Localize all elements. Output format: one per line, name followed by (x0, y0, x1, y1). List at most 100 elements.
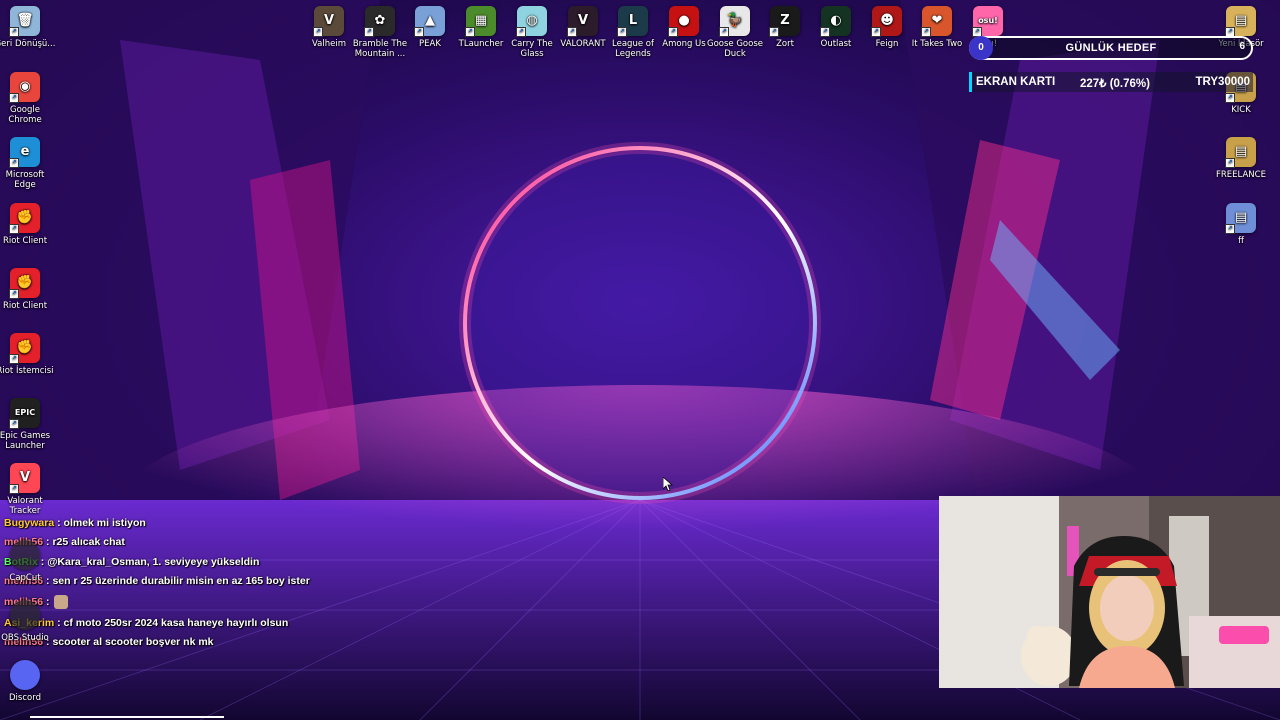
shortcut-arrow-icon: ↗ (9, 93, 19, 103)
riot-client-icon: ✊ ↗ (9, 333, 40, 364)
desktop-shortcut-discord[interactable]: Discord (0, 660, 56, 703)
desktop-shortcut-chrome[interactable]: ◉ ↗ Google Chrome (0, 72, 56, 125)
discord-icon (10, 660, 40, 690)
shortcut-arrow-icon: ↗ (465, 27, 475, 37)
shortcut-arrow-icon: ↗ (9, 354, 19, 364)
desktop-shortcut-label: ff (1238, 236, 1244, 246)
riot-client-icon: ✊ ↗ (9, 203, 40, 234)
among-us-icon: ● ↗ (668, 6, 699, 37)
shortcut-arrow-icon: ↗ (414, 27, 424, 37)
shortcut-arrow-icon: ↗ (820, 27, 830, 37)
shortcut-arrow-icon: ↗ (1225, 224, 1235, 234)
goal-label: GÜNLÜK HEDEF (1065, 42, 1157, 54)
bramble-icon: ✿ ↗ (364, 6, 395, 37)
shortcut-arrow-icon: ↗ (364, 27, 374, 37)
goal-progress: 227₺ (0.76%) (1080, 78, 1150, 90)
chat-text: olmek mi istiyon (63, 517, 146, 529)
chat-text: sen r 25 üzerinde durabilir misin en az … (52, 575, 310, 587)
obs-studio-icon (10, 600, 40, 630)
epic-games-icon: EPIC ↗ (9, 398, 40, 429)
desktop-shortcut-riot-client[interactable]: ✊ ↗ Riot Client (0, 203, 56, 246)
goal-target: TRY30000 (1195, 76, 1250, 88)
desktop-shortcut-label: Geri Dönüşü... (0, 39, 56, 49)
desktop-shortcut-label: CapCut (9, 573, 41, 583)
desktop-shortcut-label: Epic Games Launcher (0, 431, 51, 451)
desktop-shortcut-label: Riot Client (2, 301, 48, 311)
chat-text: @Kara_kral_Osman, 1. seviyeye yükseldin (47, 556, 260, 568)
peak-icon: ▲ ↗ (414, 6, 445, 37)
goose-goose-duck-icon: 🦆 ↗ (719, 6, 750, 37)
chat-emote-icon (54, 595, 69, 609)
desktop-shortcut-ff-file[interactable]: ▤ ↗ ff (1210, 203, 1272, 246)
shortcut-arrow-icon: ↗ (668, 27, 678, 37)
tlauncher-icon: ▦ ↗ (465, 6, 496, 37)
shortcut-arrow-icon: ↗ (921, 27, 931, 37)
daily-goal-widget: 0 GÜNLÜK HEDEF 6 (969, 36, 1253, 60)
desktop-shortcut-label: Valorant Tracker (7, 496, 43, 516)
desktop-shortcut-label: Microsoft Edge (5, 170, 45, 190)
shortcut-arrow-icon: ↗ (9, 289, 19, 299)
chat-text: r25 alıcak chat (52, 536, 125, 548)
valorant-tracker-icon: V ↗ (9, 463, 40, 494)
chat-username: Bugywara (4, 517, 55, 529)
shortcut-arrow-icon: ↗ (9, 484, 19, 494)
desktop-shortcut-capcut[interactable]: CapCut (0, 540, 56, 583)
shortcut-arrow-icon: ↗ (516, 27, 526, 37)
feign-icon: ☻ ↗ (871, 6, 902, 37)
desktop-shortcut-freelance-file[interactable]: ▤ ↗ FREELANCE (1210, 137, 1272, 180)
graphics-card-goal-bar: EKRAN KARTI 227₺ (0.76%) TRY30000 (969, 72, 1253, 92)
desktop-shortcut-riot-client[interactable]: ✊ ↗ Riot Client (0, 268, 56, 311)
carry-the-glass-icon: ◍ ↗ (516, 6, 547, 37)
desktop-shortcut-label: OBS Studio (1, 633, 49, 643)
valorant-icon: V ↗ (567, 6, 598, 37)
league-of-legends-icon: L ↗ (617, 6, 648, 37)
shortcut-arrow-icon: ↗ (719, 27, 729, 37)
it-takes-two-icon: ❤ ↗ (921, 6, 952, 37)
freelance-file-icon: ▤ ↗ (1225, 137, 1256, 168)
shortcut-arrow-icon: ↗ (567, 27, 577, 37)
shortcut-arrow-icon: ↗ (9, 224, 19, 234)
edge-icon: e ↗ (9, 137, 40, 168)
desktop-shortcut-recycle-bin[interactable]: 🗑 ↗ Geri Dönüşü... (0, 6, 56, 49)
valheim-icon: V ↗ (313, 6, 344, 37)
desktop-shortcut-edge[interactable]: e ↗ Microsoft Edge (0, 137, 56, 190)
desktop-shortcut-obs-studio[interactable]: OBS Studio (0, 600, 56, 643)
zort-icon: Z ↗ (769, 6, 800, 37)
goal-item-name: EKRAN KARTI (976, 76, 1056, 88)
bottom-progress-line (30, 716, 224, 718)
shortcut-arrow-icon: ↗ (769, 27, 779, 37)
goal-right-mark: 6 (1239, 41, 1245, 52)
desktop-shortcut-label: KICK (1231, 105, 1251, 115)
shortcut-arrow-icon: ↗ (1225, 158, 1235, 168)
desktop-shortcut-label: Google Chrome (8, 105, 42, 125)
recycle-bin-icon: 🗑 ↗ (9, 6, 40, 37)
shortcut-arrow-icon: ↗ (617, 27, 627, 37)
mouse-cursor-icon (663, 477, 673, 491)
chat-separator: : (54, 517, 64, 529)
shortcut-arrow-icon: ↗ (9, 158, 19, 168)
capcut-icon (10, 540, 40, 570)
webcam-image (939, 496, 1280, 688)
shortcut-arrow-icon: ↗ (871, 27, 881, 37)
desktop-shortcut-label: Riot Client (2, 236, 48, 246)
shortcut-arrow-icon: ↗ (1225, 93, 1235, 103)
desktop-shortcut-riot-client[interactable]: ✊ ↗ Riot İstemcisi (0, 333, 56, 376)
ff-file-icon: ▤ ↗ (1225, 203, 1256, 234)
chat-text: scooter al scooter boşver nk mk (52, 636, 214, 648)
riot-client-icon: ✊ ↗ (9, 268, 40, 299)
webcam-overlay (939, 496, 1280, 688)
desktop-shortcut-label: FREELANCE (1216, 170, 1266, 180)
outlast-icon: ◐ ↗ (820, 6, 851, 37)
osu-icon: osu! ↗ (972, 6, 1003, 37)
desktop-shortcut-label: Discord (9, 693, 41, 703)
desktop-shortcut-epic-games[interactable]: EPIC ↗ Epic Games Launcher (0, 398, 56, 451)
shortcut-arrow-icon: ↗ (313, 27, 323, 37)
desktop-shortcut-valorant-tracker[interactable]: V ↗ Valorant Tracker (0, 463, 56, 516)
chat-text: cf moto 250sr 2024 kasa haneye hayırlı o… (63, 617, 289, 629)
chrome-icon: ◉ ↗ (9, 72, 40, 103)
shortcut-arrow-icon: ↗ (9, 27, 19, 37)
desktop-shortcut-label: Riot İstemcisi (0, 366, 54, 376)
shortcut-arrow-icon: ↗ (9, 419, 19, 429)
folder-icon: ▤ ↗ (1225, 6, 1256, 37)
chat-message: Bugywara : olmek mi istiyon (4, 517, 146, 529)
